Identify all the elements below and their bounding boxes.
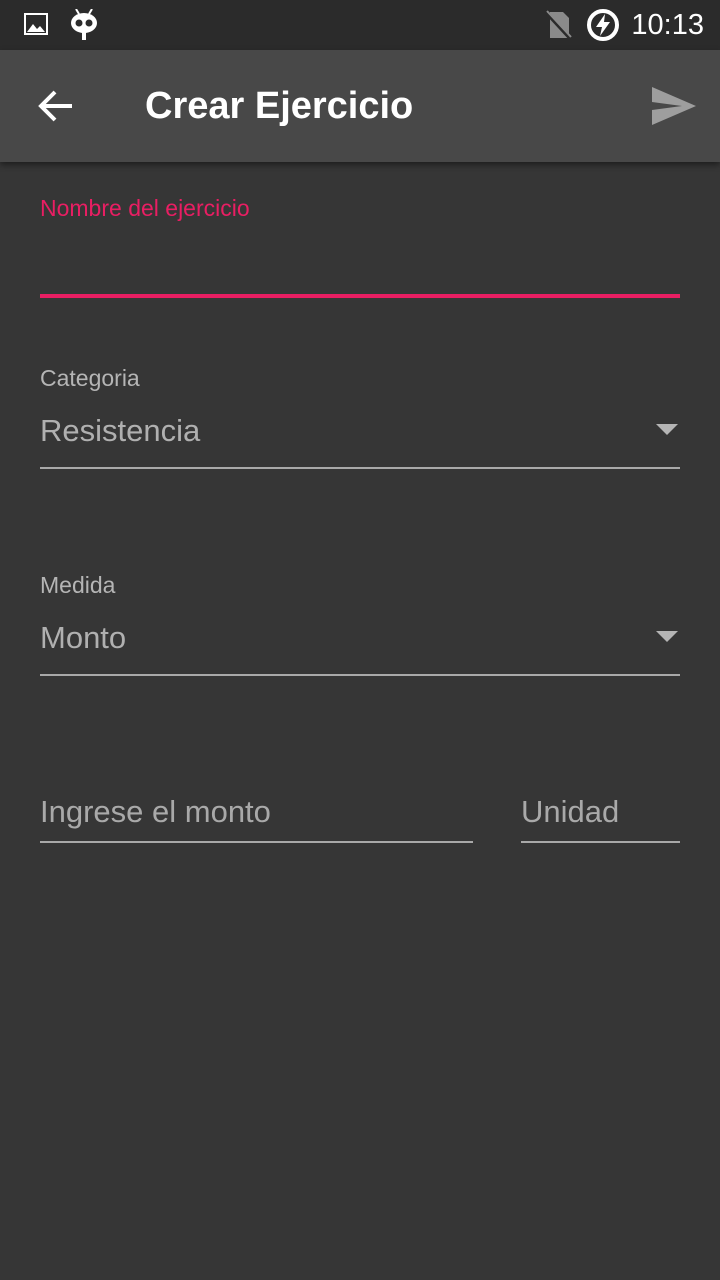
status-bar: 10:13 (0, 0, 720, 50)
category-label: Categoria (40, 365, 140, 391)
image-icon (24, 13, 48, 40)
status-time: 10:13 (631, 9, 704, 41)
send-icon (652, 87, 696, 125)
measure-select[interactable]: Monto (40, 607, 680, 671)
toolbar: Crear Ejercicio (0, 50, 720, 162)
exercise-name-underline (40, 294, 680, 298)
amount-underline (40, 841, 473, 843)
back-button[interactable] (22, 72, 90, 140)
category-select[interactable]: Resistencia (40, 400, 680, 464)
dropdown-arrow-icon (656, 424, 678, 435)
dropdown-arrow-icon (656, 631, 678, 642)
page-title: Crear Ejercicio (145, 85, 414, 127)
screen: 10:13 Crear Ejercicio Nombre del ejercic… (0, 0, 720, 1280)
no-sim-icon (544, 10, 572, 45)
measure-underline (40, 674, 680, 676)
amount-input[interactable] (40, 790, 473, 834)
arrow-back-icon (38, 90, 72, 122)
exercise-name-input[interactable] (40, 228, 680, 292)
cyanogen-mascot-icon (70, 8, 98, 46)
exercise-name-label: Nombre del ejercicio (40, 195, 250, 221)
category-selected-value: Resistencia (40, 413, 201, 448)
measure-selected-value: Monto (40, 620, 127, 655)
battery-charging-icon (586, 8, 620, 47)
unit-underline (521, 841, 680, 843)
category-underline (40, 467, 680, 469)
measure-label: Medida (40, 572, 116, 598)
unit-input[interactable] (521, 790, 680, 834)
send-button[interactable] (642, 74, 706, 138)
